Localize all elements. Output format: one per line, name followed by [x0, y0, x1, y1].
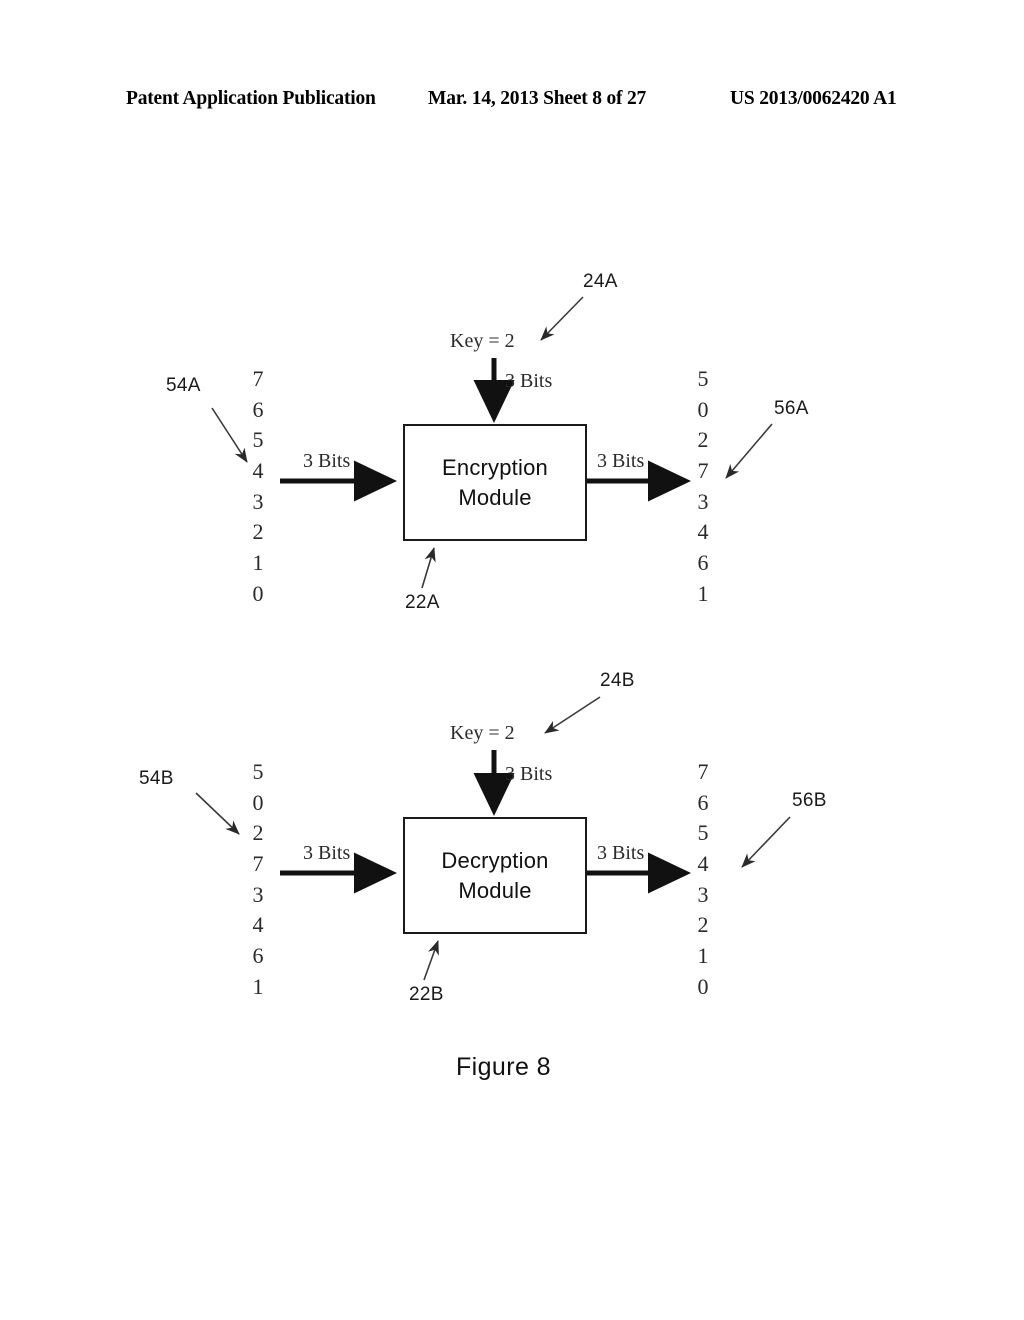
leader-line-24a	[540, 296, 584, 341]
output-value: 0	[697, 396, 709, 422]
input-value: 2	[252, 820, 264, 846]
input-value: 0	[252, 580, 264, 606]
output-value: 5	[697, 820, 709, 846]
encryption-key-label: Key = 2	[450, 330, 515, 352]
leader-line-56b	[741, 816, 791, 868]
reference-label-56b: 56B	[792, 790, 827, 811]
output-value: 6	[697, 789, 709, 815]
input-value: 7	[252, 366, 264, 391]
output-value: 5	[697, 366, 709, 391]
encryption-input-value-column: 7 6 5 4 3 2 1 0	[241, 364, 275, 610]
leader-line-22b	[423, 940, 439, 981]
reference-label-56a: 56A	[774, 398, 809, 419]
figure-caption: Figure 8	[456, 1053, 551, 1081]
input-value: 4	[252, 458, 264, 484]
figure-vector-overlay	[195, 296, 791, 981]
input-value: 6	[252, 396, 264, 422]
output-value: 3	[697, 881, 709, 907]
decryption-input-bus-label: 3 Bits	[303, 842, 351, 864]
encryption-module-label-line2: Module	[458, 484, 532, 510]
input-value: 0	[252, 789, 264, 815]
input-value: 5	[252, 759, 264, 784]
leader-line-22a	[421, 547, 436, 589]
output-value: 7	[697, 458, 709, 484]
decryption-output-bus-label: 3 Bits	[597, 842, 645, 864]
reference-label-24a: 24A	[583, 271, 618, 292]
leader-line-24b	[544, 696, 601, 734]
output-value: 3	[697, 488, 709, 514]
decryption-key-bus-label: 3 Bits	[505, 763, 553, 785]
figure-8-drawing: 54A 7 6 5 4 3 2 1 0 3 Bits Key = 2 3 Bit…	[0, 0, 1024, 1320]
encryption-output-value-column: 5 0 2 7 3 4 6 1	[686, 364, 720, 610]
decryption-module-box[interactable]: Decryption Module	[403, 817, 587, 934]
input-value: 1	[252, 973, 264, 999]
output-value: 4	[697, 519, 709, 545]
decryption-key-label: Key = 2	[450, 722, 515, 744]
leader-line-56a	[725, 423, 773, 479]
decryption-module-label-line1: Decryption	[441, 848, 549, 874]
encryption-input-bus-label: 3 Bits	[303, 450, 351, 472]
output-value: 6	[697, 550, 709, 576]
output-value: 1	[697, 943, 709, 969]
input-value: 1	[252, 550, 264, 576]
encryption-key-bus-label: 3 Bits	[505, 370, 553, 392]
decryption-module-label-line2: Module	[458, 877, 532, 903]
input-value: 7	[252, 851, 264, 877]
output-value: 7	[697, 759, 709, 784]
decryption-output-value-column: 7 6 5 4 3 2 1 0	[686, 757, 720, 1003]
reference-label-24b: 24B	[600, 670, 635, 691]
reference-label-22a: 22A	[405, 592, 440, 613]
output-value: 4	[697, 851, 709, 877]
input-value: 3	[252, 488, 264, 514]
reference-label-22b: 22B	[409, 984, 444, 1005]
input-value: 6	[252, 943, 264, 969]
output-value: 2	[697, 427, 709, 453]
input-value: 5	[252, 427, 264, 453]
decryption-input-value-column: 5 0 2 7 3 4 6 1	[241, 757, 275, 1003]
output-value: 2	[697, 912, 709, 938]
encryption-module-label-line1: Encryption	[442, 455, 548, 481]
encryption-output-bus-label: 3 Bits	[597, 450, 645, 472]
reference-label-54b: 54B	[139, 768, 174, 789]
encryption-module-box[interactable]: Encryption Module	[403, 424, 587, 541]
output-value: 1	[697, 580, 709, 606]
input-value: 2	[252, 519, 264, 545]
reference-label-54a: 54A	[166, 375, 201, 396]
input-value: 3	[252, 881, 264, 907]
output-value: 0	[697, 973, 709, 999]
input-value: 4	[252, 912, 264, 938]
leader-line-54b	[195, 792, 240, 835]
